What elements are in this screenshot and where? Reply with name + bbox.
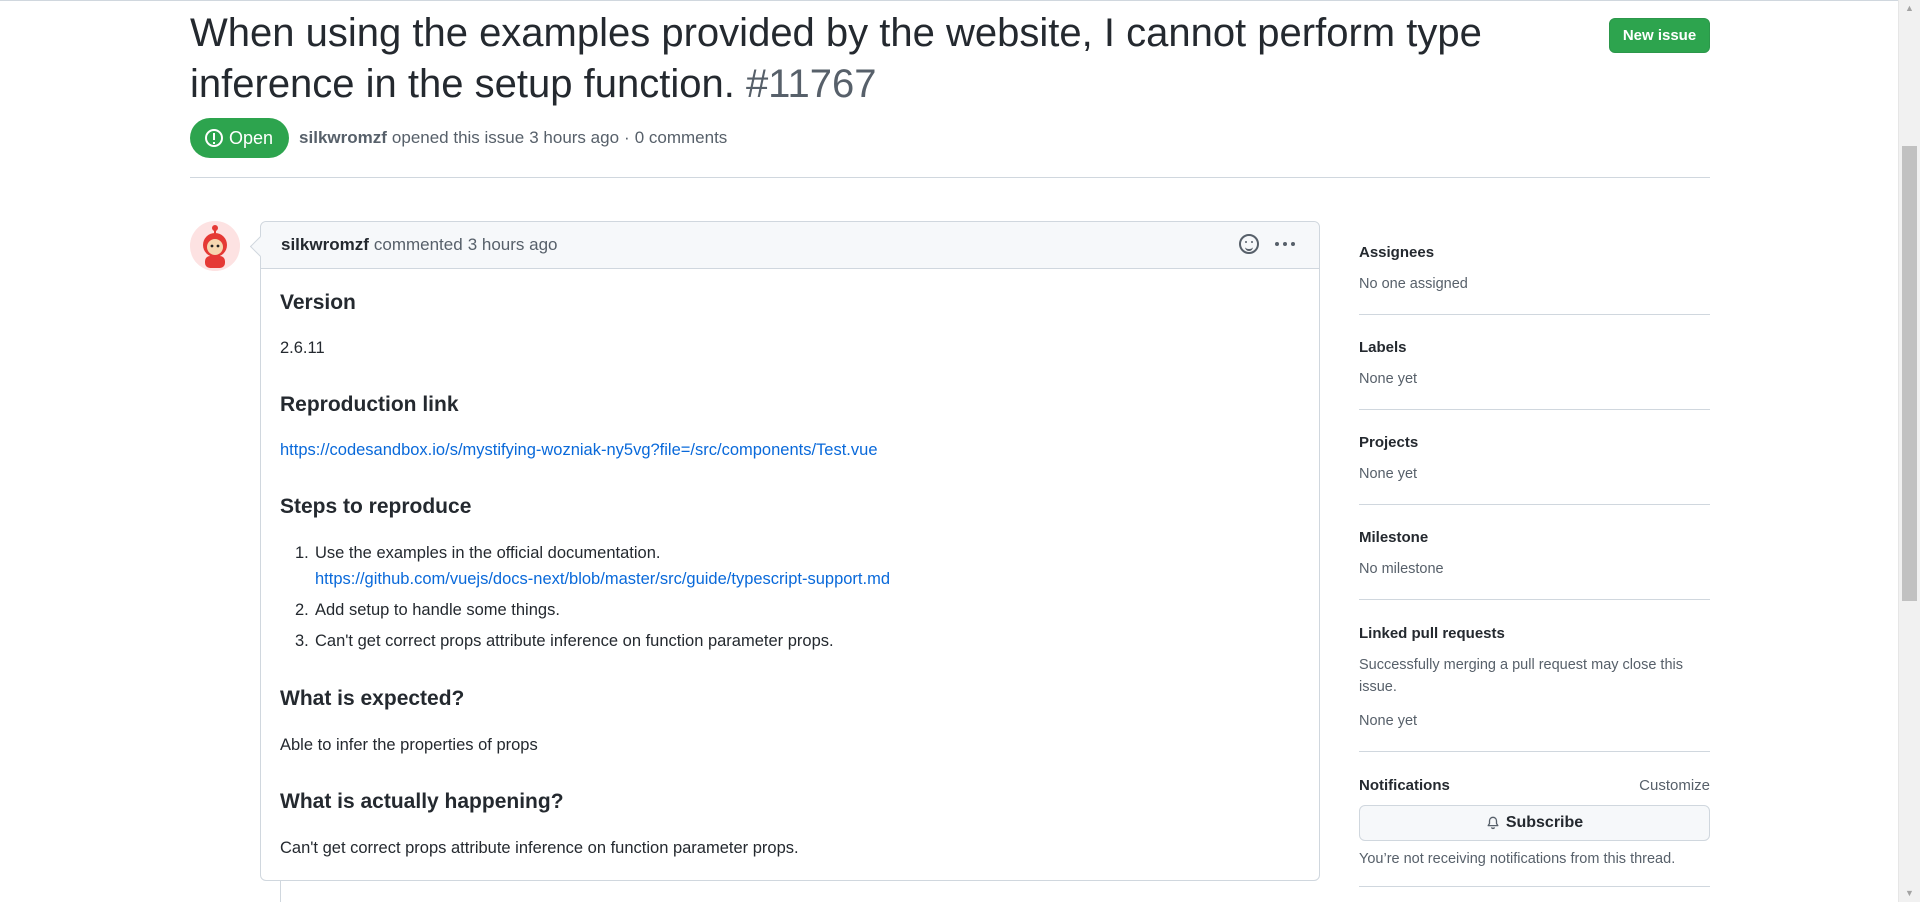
kebab-horizontal-icon[interactable]: [1275, 234, 1295, 254]
header-divider: [190, 177, 1710, 178]
actual-text: Can't get correct props attribute infere…: [280, 839, 799, 857]
comment-actions: [1239, 234, 1295, 254]
sidebar-projects[interactable]: Projects None yet: [1359, 410, 1710, 505]
issue-meta: Open silkwromzf opened this issue 3 hour…: [190, 118, 727, 158]
sidebar-assignees[interactable]: Assignees No one assigned: [1359, 232, 1710, 315]
issue-author-link[interactable]: silkwromzf: [299, 128, 387, 148]
comment-header: silkwromzf commented 3 hours ago: [261, 222, 1319, 269]
smiley-icon[interactable]: [1239, 234, 1259, 254]
step-item: 1. Use the examples in the official docum…: [295, 544, 661, 562]
subscribe-button[interactable]: Subscribe: [1359, 805, 1710, 841]
actual-heading: What is actually happening?: [280, 790, 564, 813]
version-heading: Version: [280, 291, 356, 314]
state-label: Open: [229, 127, 274, 148]
projects-heading[interactable]: Projects: [1359, 434, 1418, 451]
milestone-value: No milestone: [1359, 561, 1444, 577]
scrollbar-thumb[interactable]: [1902, 146, 1917, 601]
version-value: 2.6.11: [280, 339, 325, 357]
notifications-status: You’re not receiving notifications from …: [1359, 851, 1676, 867]
step-item: 2. Add setup to handle some things.: [295, 601, 560, 619]
linked-prs-value: None yet: [1359, 713, 1418, 729]
scroll-up-icon[interactable]: ▲: [1899, 0, 1920, 17]
steps-heading: Steps to reproduce: [280, 495, 472, 518]
expected-heading: What is expected?: [280, 687, 465, 710]
linked-prs-description: Successfully merging a pull request may …: [1359, 657, 1683, 695]
step-text: Add setup to handle some things.: [315, 601, 560, 619]
comment-action: commented: [373, 235, 463, 254]
top-border: [0, 0, 1920, 1]
page-scrollbar[interactable]: ▲ ▼: [1898, 0, 1920, 902]
projects-value: None yet: [1359, 466, 1418, 482]
comment-author-link[interactable]: silkwromzf: [281, 235, 369, 255]
notifications-heading: Notifications: [1359, 777, 1450, 794]
repro-heading: Reproduction link: [280, 393, 459, 416]
scroll-down-icon[interactable]: ▼: [1899, 885, 1920, 902]
new-issue-button[interactable]: New issue: [1609, 18, 1710, 53]
issue-number: #11767: [745, 62, 877, 106]
avatar[interactable]: [190, 221, 240, 271]
assignees-heading[interactable]: Assignees: [1359, 244, 1434, 261]
comments-count: 0 comments: [634, 128, 728, 147]
step-text: Use the examples in the official documen…: [315, 544, 661, 562]
labels-value: None yet: [1359, 371, 1418, 387]
step-item: 3. Can't get correct props attribute infe…: [295, 632, 834, 650]
issue-title: When using the examples provided by the …: [190, 8, 1530, 110]
avatar-image: [190, 221, 240, 271]
assignees-value: No one assigned: [1359, 276, 1468, 292]
sidebar-linked-prs[interactable]: Linked pull requests Successfully mergin…: [1359, 600, 1710, 752]
opened-time[interactable]: 3 hours ago: [529, 128, 619, 148]
meta-separator: ·: [624, 128, 630, 147]
step-text: Can't get correct props attribute infere…: [315, 632, 834, 650]
repro-link[interactable]: https://codesandbox.io/s/mystifying-wozn…: [280, 441, 878, 460]
expected-text: Able to infer the properties of props: [280, 736, 538, 754]
step1-link[interactable]: https://github.com/vuejs/docs-next/blob/…: [315, 570, 890, 589]
milestone-heading[interactable]: Milestone: [1359, 529, 1428, 546]
labels-heading[interactable]: Labels: [1359, 339, 1407, 356]
timeline-line: [280, 881, 281, 902]
sidebar-labels[interactable]: Labels None yet: [1359, 315, 1710, 410]
subscribe-label: Subscribe: [1505, 814, 1584, 831]
bell-icon: [1486, 815, 1500, 831]
comment-time[interactable]: 3 hours ago: [468, 235, 558, 255]
issue-opened-icon: [205, 129, 223, 147]
customize-link[interactable]: Customize: [1639, 777, 1710, 794]
sidebar-milestone[interactable]: Milestone No milestone: [1359, 505, 1710, 600]
opened-text: opened this issue: [391, 128, 525, 147]
linked-prs-heading[interactable]: Linked pull requests: [1359, 625, 1505, 642]
issue-comment: silkwromzf commented 3 hours ago Version…: [260, 221, 1320, 881]
state-badge: Open: [190, 118, 290, 158]
sidebar-notifications: Notifications Customize Subscribe You’re…: [1359, 752, 1710, 887]
